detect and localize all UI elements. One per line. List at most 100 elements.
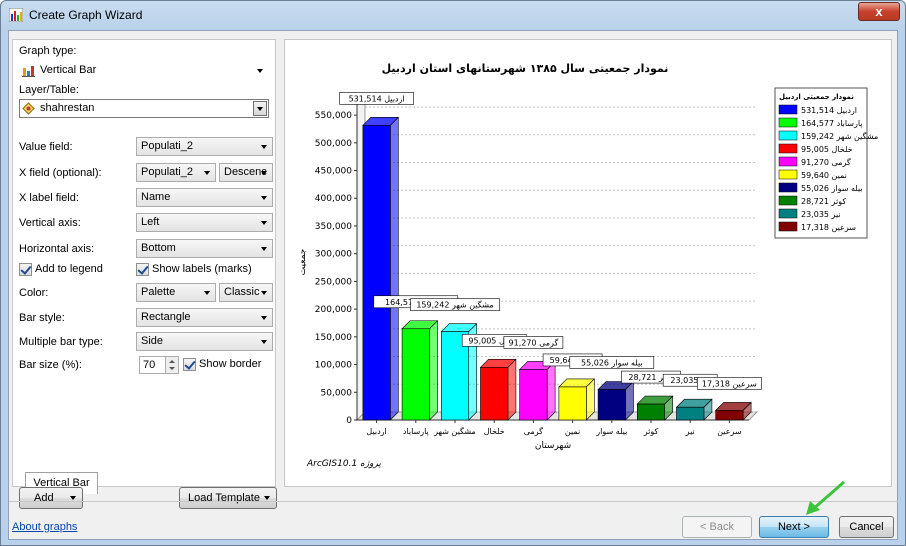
show-border-checkbox[interactable] [183,358,196,371]
next-button-label: Next > [777,521,811,533]
back-button[interactable]: < Back [682,516,752,538]
y-tick-label: 450,000 [315,167,352,177]
bar-size-stepper[interactable]: 70 [139,356,179,374]
bar-size-label: Bar size (%): [19,359,82,371]
show-labels-label: Show labels (marks) [152,263,252,275]
legend-entry: 55,026 بیله سوار [801,184,863,193]
chevron-down-icon [204,291,210,295]
legend-swatch [778,143,798,154]
value-field-value: Populati_2 [141,140,193,152]
show-labels-checkbox[interactable] [136,263,149,276]
bar [676,406,705,421]
legend-title: نمودار جمعیتی اردبیل [779,93,854,101]
legend-entry: 23,035 نیر [801,210,841,219]
color-label: Color: [19,287,49,299]
legend-entry: 59,640 نمین [801,171,847,180]
next-button[interactable]: Next > [759,516,829,538]
vertical-axis-label: Vertical axis: [19,217,81,229]
horizontal-axis-label: Horizontal axis: [19,243,95,255]
legend-swatch [778,117,798,128]
data-label: 55,026 بیله سوار [581,358,643,367]
y-axis-title: جمعیت [298,249,308,276]
legend-swatch [778,195,798,206]
bar-style-select[interactable]: Rectangle [136,308,273,327]
bar-side [390,116,399,421]
legend-swatch [778,104,798,115]
data-label: 531,514 اردبیل [349,94,405,103]
close-button[interactable]: x [858,2,900,21]
multiple-bar-type-value: Side [141,335,164,347]
graph-type-select[interactable]: Vertical Bar [19,61,269,80]
x-field-select[interactable]: Populati_2 [136,163,216,182]
green-arrow-annotation [806,480,845,515]
horizontal-axis-value: Bottom [141,242,176,254]
multiple-bar-type-label: Multiple bar type: [19,336,103,348]
layer-table-label: Layer/Table: [19,84,79,96]
data-label: 91,270 گرمی [509,337,559,347]
close-icon: x [875,4,883,19]
x-label-field-value: Name [141,191,171,203]
legend-entry: 17,318 سرعین [801,223,856,232]
graph-type-label: Graph type: [19,45,77,57]
bar-side [507,358,517,421]
chevron-down-icon [261,221,267,225]
y-tick-label: 550,000 [315,111,352,121]
y-tick-label: 50,000 [321,388,353,398]
legend-entry: 531,514 اردبیل [801,106,857,115]
title-bar[interactable]: Create Graph Wizard x [1,1,905,29]
load-template-button[interactable]: Load Template [179,487,277,509]
chart-preview-panel: نمودار جمعیتی سال ۱۳۸۵ شهرستانهای استان … [284,39,892,487]
chevron-down-icon [261,340,267,344]
legend-entry: 95,005 خلخال [801,145,853,154]
bar [401,328,430,421]
legend-entry: 91,270 گرمی [801,157,851,167]
bar-style-value: Rectangle [141,311,191,323]
chevron-down-icon [261,196,267,200]
y-tick-label: 350,000 [315,222,352,232]
multiple-bar-type-select[interactable]: Side [136,332,273,351]
color-select[interactable]: Palette [136,283,216,302]
y-tick-label: 300,000 [315,250,352,260]
color-value: Palette [141,286,176,298]
legend-swatch [778,182,798,193]
bar [480,367,509,421]
layer-table-select[interactable]: shahrestan [19,99,269,118]
data-label: 17,318 سرعین [702,379,757,388]
x-label-field-select[interactable]: Name [136,188,273,207]
y-tick-label: 150,000 [315,333,352,343]
bar [636,403,666,421]
color-scheme-select[interactable]: Classic [219,283,273,302]
about-graphs-link[interactable]: About graphs [12,521,77,533]
bar-style-label: Bar style: [19,312,65,324]
graph-wizard-icon [9,8,23,22]
chevron-down-icon [264,496,270,500]
value-field-select[interactable]: Populati_2 [136,137,273,156]
x-tick-label: بیله سوار [595,427,627,436]
bar [519,369,548,421]
spin-arrows-icon[interactable] [165,357,178,373]
y-tick-label: 100,000 [315,361,352,371]
chart-title: نمودار جمعیتی سال ۱۳۸۵ شهرستانهای استان … [382,62,669,75]
add-to-legend-label: Add to legend [35,263,103,275]
x-tick-label: مشگین شهر [433,426,476,436]
vertical-axis-select[interactable]: Left [136,213,273,232]
back-button-label: < Back [700,521,734,533]
add-to-legend-checkbox[interactable] [19,263,32,276]
cancel-button[interactable]: Cancel [839,516,894,538]
x-tick-label: اردبیل [366,427,386,436]
legend-swatch [778,208,798,219]
add-button[interactable]: Add [19,487,83,509]
chevron-down-icon [261,145,267,149]
horizontal-axis-select[interactable]: Bottom [136,239,273,258]
x-label-field-label: X label field: [19,192,79,204]
add-button-label: Add [34,492,54,504]
settings-panel: Graph type: Vertical Bar Layer/Table: sh… [12,39,276,494]
x-field-sort-select[interactable]: Descenc [219,163,273,182]
x-tick-label: سرعین [717,427,742,436]
legend-entry: 28,721 کوثر [801,197,846,206]
bar-side [429,320,438,421]
x-tick-label: نیر [685,427,695,436]
x-tick-label: نمین [565,427,580,436]
chevron-down-icon [70,496,76,500]
data-label: 159,242 مشگین شهر [416,300,493,310]
